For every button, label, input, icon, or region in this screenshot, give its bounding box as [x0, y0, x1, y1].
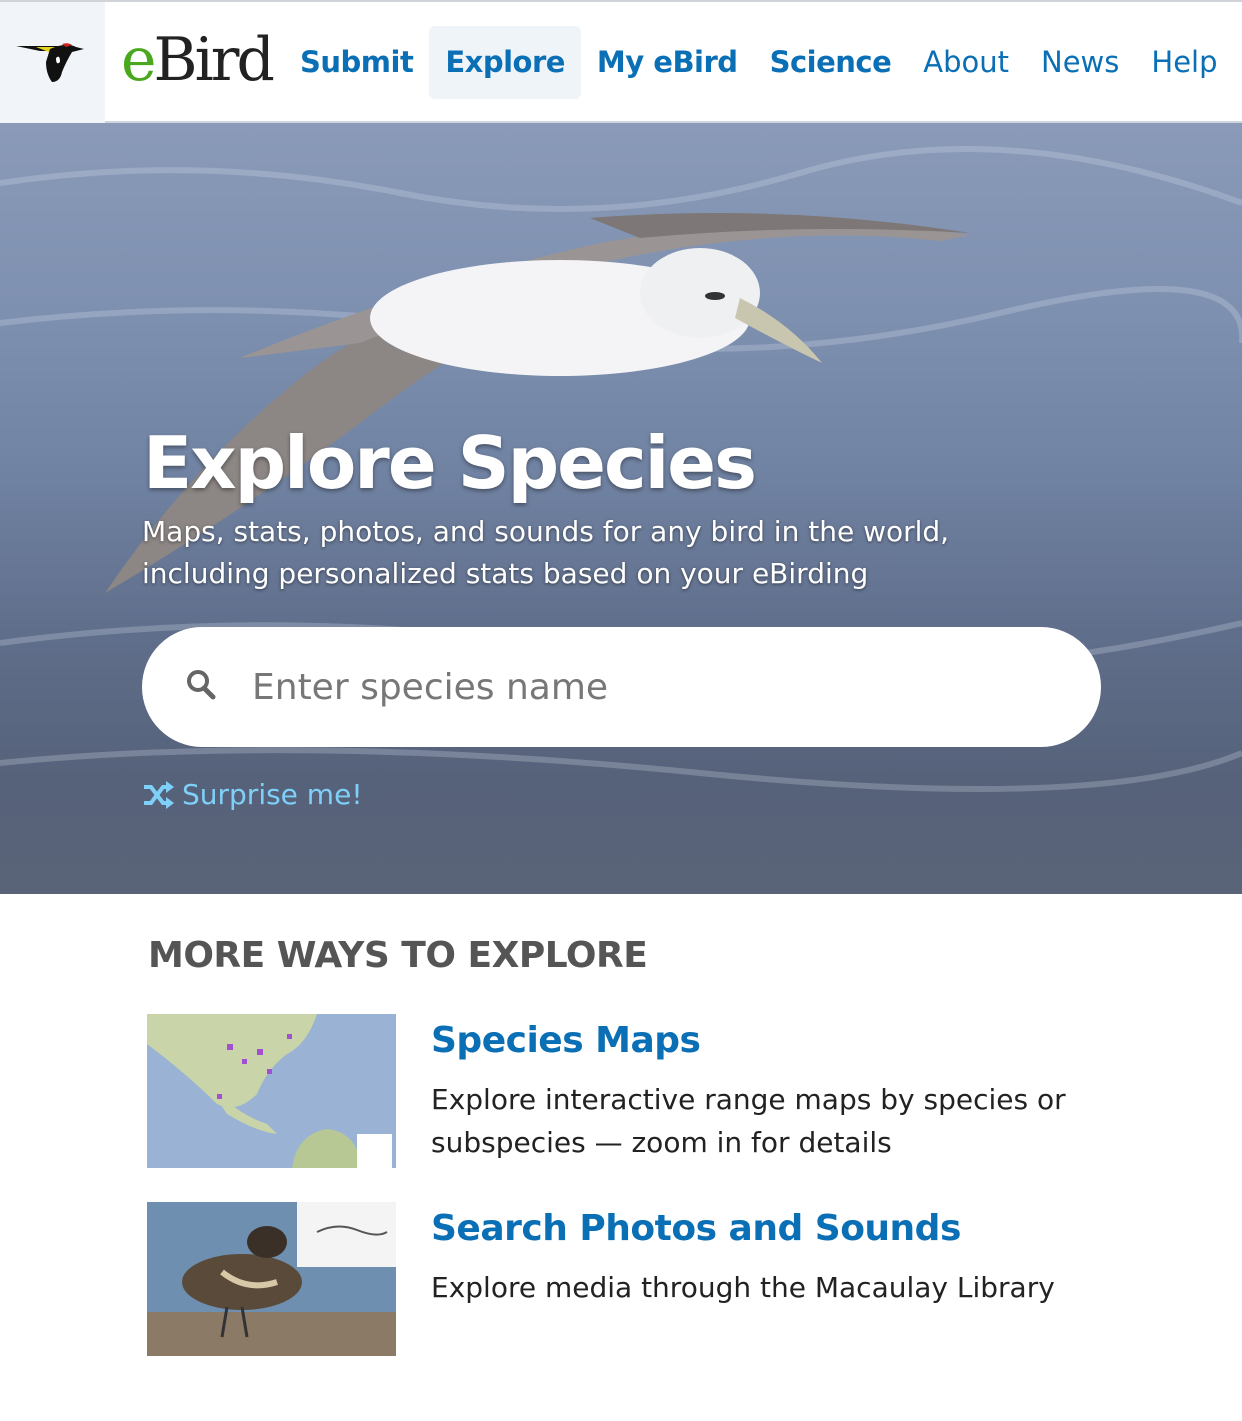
search-icon — [187, 670, 216, 700]
species-maps-title[interactable]: Species Maps — [431, 1020, 701, 1061]
photos-sounds-card[interactable]: Search Photos and Sounds Explore media t… — [147, 1202, 1207, 1357]
nav-submit[interactable]: Submit — [284, 26, 429, 99]
species-search-input[interactable] — [252, 657, 1052, 717]
nav-my-ebird[interactable]: My eBird — [581, 26, 754, 99]
nav-explore[interactable]: Explore — [429, 26, 581, 99]
photos-sounds-title[interactable]: Search Photos and Sounds — [431, 1208, 961, 1249]
species-maps-thumbnail[interactable] — [147, 1014, 396, 1168]
ebird-logo[interactable] — [0, 2, 105, 123]
species-maps-description: Explore interactive range maps by specie… — [431, 1083, 1066, 1159]
nav-news[interactable]: News — [1025, 26, 1135, 99]
nav-science[interactable]: Science — [754, 26, 908, 99]
shuffle-icon — [144, 780, 174, 809]
hero-section: Explore Species Maps, stats, photos, and… — [0, 123, 1242, 894]
page-title: Explore Species — [143, 421, 757, 505]
main-nav: Submit Explore My eBird Science About Ne… — [284, 26, 1234, 99]
photos-sounds-thumbnail[interactable] — [147, 1202, 396, 1356]
more-ways-heading: MORE WAYS TO EXPLORE — [148, 935, 648, 976]
photos-sounds-description: Explore media through the Macaulay Libra… — [431, 1271, 1055, 1304]
nav-help[interactable]: Help — [1135, 26, 1233, 99]
species-maps-card[interactable]: Species Maps Explore interactive range m… — [147, 1014, 1207, 1169]
species-search — [142, 627, 1101, 747]
hero-subtitle: Maps, stats, photos, and sounds for any … — [142, 515, 950, 590]
ebird-wordmark[interactable]: eBird — [121, 30, 275, 90]
site-header: eBird Submit Explore My eBird Science Ab… — [0, 0, 1242, 123]
surprise-me-link[interactable]: Surprise me! — [142, 778, 363, 811]
bird-logo-icon — [16, 43, 84, 82]
nav-about[interactable]: About — [907, 26, 1025, 99]
